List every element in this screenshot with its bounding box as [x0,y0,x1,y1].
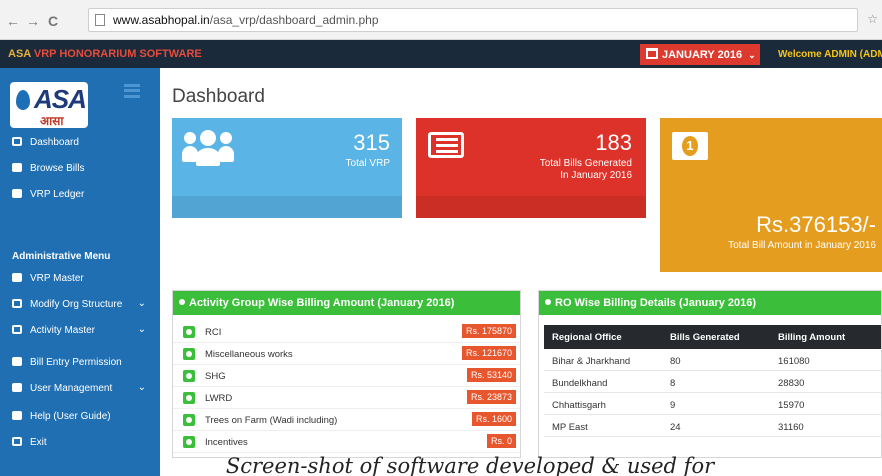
activity-billing-panel: Activity Group Wise Billing Amount (Janu… [172,290,521,458]
total-bills-sublabel: In January 2016 [560,170,632,181]
bookmark-star-icon[interactable]: ☆ [867,12,878,26]
exit-icon [12,437,22,446]
month-selector-button[interactable]: JANUARY 2016 ⌄ [640,44,760,65]
total-vrp-tile[interactable]: 315 Total VRP [172,118,402,218]
total-vrp-value: 315 [353,130,390,155]
table-row: MP East 24 31160 [544,415,881,437]
amount-badge: Rs. 0 [486,434,516,448]
total-amount-tile[interactable]: 1 Rs.376153/- Total Bill Amount in Janua… [660,118,882,272]
table-row: Bundelkhand 8 28830 [544,371,881,393]
sidebar-item-exit[interactable]: Exit [0,430,160,456]
page-title: Dashboard [172,86,265,107]
bookmark-icon [12,299,22,308]
user-icon [12,383,22,392]
sidebar: ASA आसा Dashboard Browse Bills VRP Ledge… [0,68,160,476]
bookmark-icon [12,325,22,334]
activity-icon [183,348,195,360]
chevron-down-icon: ⌄ [748,50,756,60]
page-icon [95,14,105,26]
sidebar-item-help[interactable]: Help (User Guide) [0,404,160,430]
table-row: Bihar & Jharkhand 80 161080 [544,349,881,371]
chevron-down-icon: ⌄ [137,382,146,393]
welcome-user[interactable]: Welcome ADMIN (ADMIN) [778,49,882,60]
user-icon [12,273,22,282]
activity-panel-header: Activity Group Wise Billing Amount (Janu… [173,291,520,315]
activity-icon [183,370,195,382]
app-topbar: ASA VRP HONORARIUM SOFTWARE JANUARY 2016… [0,40,882,68]
forward-arrow-icon[interactable]: → [26,13,40,29]
menu-toggle-icon[interactable] [124,84,140,98]
admin-menu-heading: Administrative Menu [12,251,111,262]
sidebar-item-dashboard[interactable]: Dashboard [0,130,160,156]
total-vrp-label: Total VRP [345,158,390,169]
address-bar[interactable]: www.asabhopal.in/asa_vrp/dashboard_admin… [88,8,858,32]
reload-icon[interactable]: C [48,13,58,29]
list-item: SHG Rs. 53140 [173,365,520,387]
sidebar-item-vrp-ledger[interactable]: VRP Ledger [0,182,160,208]
list-icon [428,132,464,158]
amount-badge: Rs. 1600 [471,412,516,426]
tile-footer [172,196,402,218]
table-header: Regional Office Bills Generated Billing … [544,325,881,349]
amount-badge: Rs. 175870 [461,324,516,338]
sidebar-item-activity-master[interactable]: Activity Master ⌄ [0,318,160,344]
asa-logo: ASA आसा [10,82,88,128]
tile-footer [416,196,646,218]
amount-badge: Rs. 53140 [466,368,516,382]
dashboard-icon [12,137,22,146]
total-bills-label: Total Bills Generated [539,158,632,169]
activity-icon [183,436,195,448]
print-icon [12,163,22,172]
chevron-down-icon: ⌄ [137,324,146,335]
ro-billing-panel: RO Wise Billing Details (January 2016) R… [538,290,882,458]
amount-badge: Rs. 23873 [466,390,516,404]
back-arrow-icon[interactable]: ← [6,13,20,29]
book-icon [12,411,22,420]
bullet-icon [179,299,185,305]
print-icon [12,189,22,198]
list-item: Trees on Farm (Wadi including) Rs. 1600 [173,409,520,431]
calendar-icon [646,48,658,59]
total-bills-tile[interactable]: 183 Total Bills Generated In January 201… [416,118,646,218]
sidebar-item-user-management[interactable]: User Management ⌄ [0,376,160,402]
list-item: RCI Rs. 175870 [173,321,520,343]
browser-toolbar: ← → C www.asabhopal.in/asa_vrp/dashboard… [0,0,882,40]
sidebar-item-modify-org-structure[interactable]: Modify Org Structure ⌄ [0,292,160,318]
list-item: Incentives Rs. 0 [173,431,520,453]
total-bills-value: 183 [595,130,632,155]
total-amount-label: Total Bill Amount in January 2016 [728,240,876,251]
list-item: LWRD Rs. 23873 [173,387,520,409]
url-host: www.asabhopal.in [113,13,210,27]
list-item: Miscellaneous works Rs. 121670 [173,343,520,365]
activity-icon [183,326,195,338]
ro-panel-header: RO Wise Billing Details (January 2016) [539,291,881,315]
activity-icon [183,414,195,426]
total-amount-value: Rs.376153/- [756,212,876,237]
table-row: Chhattisgarh 9 15970 [544,393,881,415]
app-name: ASA VRP HONORARIUM SOFTWARE [8,48,202,60]
chevron-down-icon: ⌄ [137,298,146,309]
bullet-icon [545,299,551,305]
sidebar-item-bill-entry-permission[interactable]: Bill Entry Permission [0,350,160,376]
sidebar-item-browse-bills[interactable]: Browse Bills [0,156,160,182]
amount-badge: Rs. 121670 [461,346,516,360]
sidebar-item-vrp-master[interactable]: VRP Master [0,266,160,292]
users-icon [182,130,234,166]
money-icon: 1 [672,132,708,160]
url-path: /asa_vrp/dashboard_admin.php [209,13,379,27]
figure-caption: Screen-shot of software developed & used… [225,454,715,476]
activity-icon [183,392,195,404]
month-label: JANUARY 2016 [662,49,743,61]
drop-icon [16,90,30,110]
user-icon [12,357,22,366]
